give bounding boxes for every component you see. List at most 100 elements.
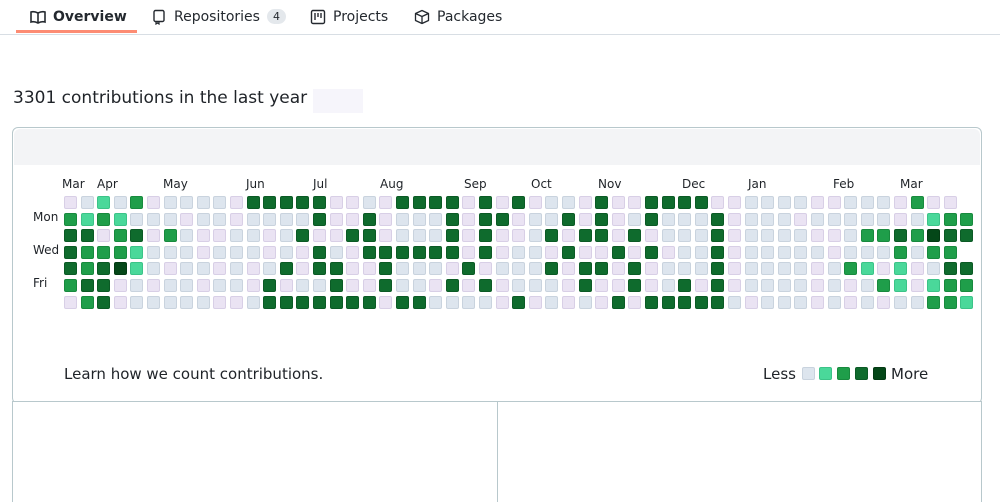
contribution-day-cell[interactable] (861, 213, 874, 226)
contribution-day-cell[interactable] (628, 213, 641, 226)
contribution-day-cell[interactable] (579, 262, 592, 275)
contribution-day-cell[interactable] (628, 196, 641, 209)
contribution-day-cell[interactable] (363, 246, 376, 259)
contribution-day-cell[interactable] (396, 213, 409, 226)
contribution-day-cell[interactable] (662, 213, 675, 226)
contribution-day-cell[interactable] (363, 229, 376, 242)
contribution-day-cell[interactable] (529, 246, 542, 259)
contribution-day-cell[interactable] (894, 229, 907, 242)
contribution-day-cell[interactable] (429, 262, 442, 275)
contribution-day-cell[interactable] (628, 229, 641, 242)
contribution-day-cell[interactable] (296, 246, 309, 259)
contribution-day-cell[interactable] (346, 279, 359, 292)
contribution-day-cell[interactable] (877, 196, 890, 209)
contribution-day-cell[interactable] (728, 229, 741, 242)
contribution-day-cell[interactable] (579, 279, 592, 292)
contribution-day-cell[interactable] (197, 213, 210, 226)
contribution-day-cell[interactable] (678, 296, 691, 309)
contribution-day-cell[interactable] (180, 296, 193, 309)
contribution-day-cell[interactable] (280, 213, 293, 226)
contribution-day-cell[interactable] (330, 196, 343, 209)
contribution-day-cell[interactable] (479, 213, 492, 226)
contribution-day-cell[interactable] (413, 262, 426, 275)
contribution-day-cell[interactable] (81, 262, 94, 275)
contribution-day-cell[interactable] (745, 213, 758, 226)
contribution-day-cell[interactable] (728, 279, 741, 292)
contribution-day-cell[interactable] (579, 196, 592, 209)
contribution-day-cell[interactable] (379, 213, 392, 226)
contribution-day-cell[interactable] (213, 296, 226, 309)
contribution-day-cell[interactable] (662, 246, 675, 259)
contribution-day-cell[interactable] (911, 279, 924, 292)
contribution-day-cell[interactable] (861, 296, 874, 309)
contribution-day-cell[interactable] (861, 279, 874, 292)
contribution-day-cell[interactable] (911, 262, 924, 275)
contribution-day-cell[interactable] (213, 246, 226, 259)
contribution-day-cell[interactable] (711, 296, 724, 309)
contribution-day-cell[interactable] (280, 296, 293, 309)
contribution-day-cell[interactable] (462, 229, 475, 242)
contribution-day-cell[interactable] (662, 196, 675, 209)
contribution-day-cell[interactable] (462, 213, 475, 226)
contribution-day-cell[interactable] (960, 262, 973, 275)
contribution-day-cell[interactable] (296, 196, 309, 209)
contribution-day-cell[interactable] (579, 246, 592, 259)
contribution-day-cell[interactable] (197, 262, 210, 275)
contribution-day-cell[interactable] (761, 229, 774, 242)
contribution-day-cell[interactable] (263, 213, 276, 226)
contribution-day-cell[interactable] (396, 296, 409, 309)
contribution-day-cell[interactable] (728, 196, 741, 209)
contribution-day-cell[interactable] (164, 279, 177, 292)
contribution-day-cell[interactable] (761, 296, 774, 309)
contribution-day-cell[interactable] (944, 262, 957, 275)
contribution-day-cell[interactable] (562, 279, 575, 292)
contribution-day-cell[interactable] (711, 246, 724, 259)
contribution-day-cell[interactable] (944, 213, 957, 226)
contribution-day-cell[interactable] (446, 246, 459, 259)
contribution-day-cell[interactable] (479, 296, 492, 309)
contribution-day-cell[interactable] (164, 229, 177, 242)
contribution-day-cell[interactable] (363, 196, 376, 209)
contribution-day-cell[interactable] (247, 213, 260, 226)
contribution-day-cell[interactable] (147, 279, 160, 292)
contribution-day-cell[interactable] (745, 229, 758, 242)
contribution-day-cell[interactable] (462, 246, 475, 259)
contribution-day-cell[interactable] (612, 196, 625, 209)
contribution-day-cell[interactable] (894, 213, 907, 226)
contribution-day-cell[interactable] (396, 279, 409, 292)
contribution-day-cell[interactable] (496, 213, 509, 226)
contribution-day-cell[interactable] (330, 262, 343, 275)
contribution-day-cell[interactable] (745, 279, 758, 292)
contribution-day-cell[interactable] (612, 246, 625, 259)
contribution-day-cell[interactable] (263, 196, 276, 209)
contribution-day-cell[interactable] (645, 262, 658, 275)
contribution-day-cell[interactable] (429, 296, 442, 309)
contribution-day-cell[interactable] (529, 213, 542, 226)
contribution-day-cell[interactable] (711, 213, 724, 226)
contribution-day-cell[interactable] (313, 229, 326, 242)
contribution-day-cell[interactable] (595, 246, 608, 259)
contribution-day-cell[interactable] (944, 296, 957, 309)
contribution-day-cell[interactable] (894, 246, 907, 259)
contribution-day-cell[interactable] (595, 296, 608, 309)
contribution-day-cell[interactable] (429, 229, 442, 242)
contribution-day-cell[interactable] (512, 213, 525, 226)
contribution-day-cell[interactable] (147, 229, 160, 242)
contribution-day-cell[interactable] (828, 229, 841, 242)
contribution-day-cell[interactable] (811, 262, 824, 275)
contribution-day-cell[interactable] (695, 279, 708, 292)
contribution-day-cell[interactable] (81, 213, 94, 226)
contribution-day-cell[interactable] (346, 262, 359, 275)
contribution-day-cell[interactable] (811, 213, 824, 226)
contribution-day-cell[interactable] (562, 296, 575, 309)
contribution-day-cell[interactable] (462, 279, 475, 292)
contribution-day-cell[interactable] (296, 213, 309, 226)
contribution-day-cell[interactable] (512, 246, 525, 259)
contribution-day-cell[interactable] (695, 229, 708, 242)
contribution-day-cell[interactable] (213, 213, 226, 226)
contribution-day-cell[interactable] (761, 196, 774, 209)
contribution-day-cell[interactable] (628, 262, 641, 275)
contribution-day-cell[interactable] (794, 246, 807, 259)
contribution-day-cell[interactable] (811, 196, 824, 209)
contribution-day-cell[interactable] (213, 262, 226, 275)
